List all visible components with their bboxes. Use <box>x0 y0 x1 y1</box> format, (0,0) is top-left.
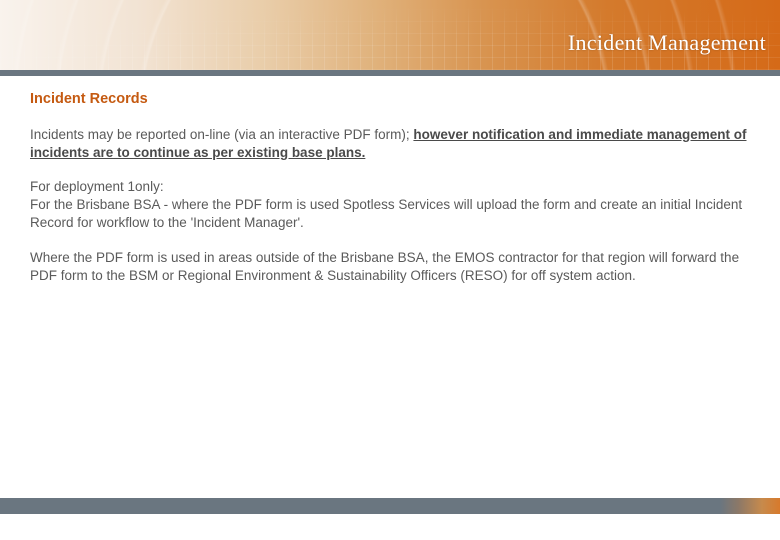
paragraph-deployment-line2: For the Brisbane BSA - where the PDF for… <box>30 197 742 230</box>
header-banner: Incident Management <box>0 0 780 70</box>
section-heading: Incident Records <box>30 90 750 110</box>
paragraph-intro-normal: Incidents may be reported on-line (via a… <box>30 127 413 142</box>
page-title: Incident Management <box>568 30 766 56</box>
paragraph-intro: Incidents may be reported on-line (via a… <box>30 126 750 162</box>
document-body: Incident Records Incidents may be report… <box>0 76 780 285</box>
footer-bar <box>0 498 780 514</box>
paragraph-deployment-line1: For deployment 1only: <box>30 179 164 194</box>
paragraph-deployment: For deployment 1only: For the Brisbane B… <box>30 178 750 233</box>
footer-accent <box>720 498 780 514</box>
paragraph-outside-bsa: Where the PDF form is used in areas outs… <box>30 249 750 285</box>
